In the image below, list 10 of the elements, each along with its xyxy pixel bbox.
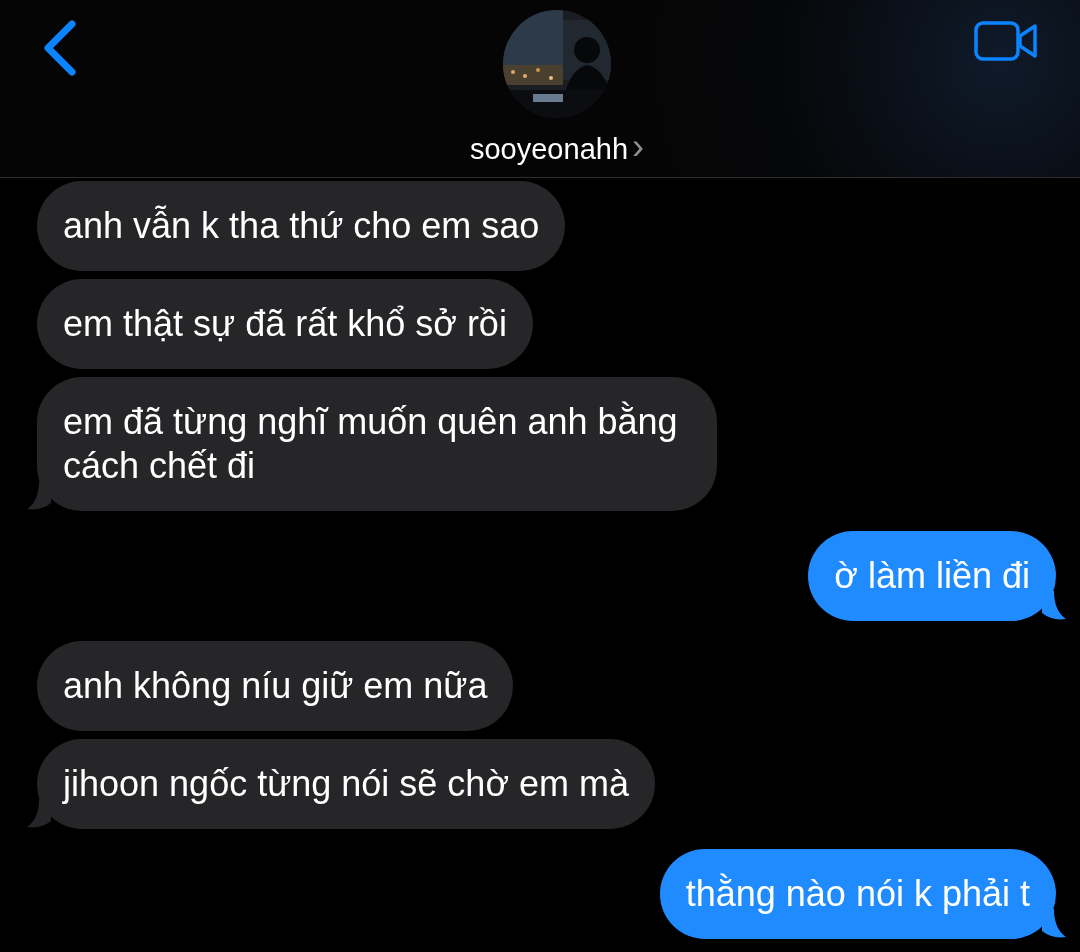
bubble-tail <box>27 481 51 511</box>
message-bubble: anh không níu giữ em nữa <box>37 641 514 731</box>
bubble-tail <box>1042 909 1066 939</box>
bubble-tail <box>27 799 51 829</box>
contact-name[interactable]: sooyeonahh <box>470 133 628 166</box>
video-call-icon[interactable] <box>974 20 1038 62</box>
message-bubble: anh vẫn k tha thứ cho em sao <box>37 181 566 271</box>
chevron-icon[interactable]: › <box>632 132 644 162</box>
bubble-tail <box>1042 591 1066 621</box>
message-bubble: em thật sự đã rất khổ sở rồi <box>37 279 533 369</box>
